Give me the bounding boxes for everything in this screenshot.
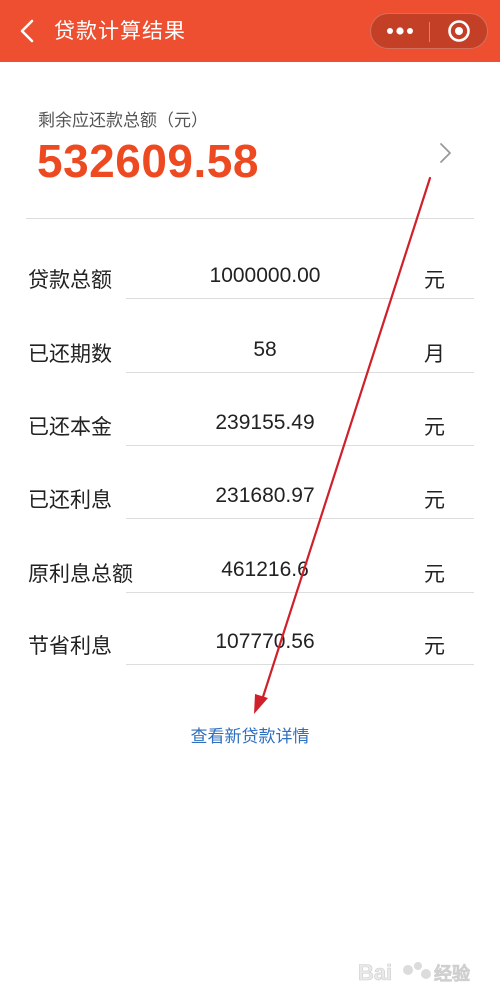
row-label: 已还本金 — [28, 415, 112, 439]
svg-text:Bai: Bai — [358, 960, 392, 985]
more-dots-icon — [387, 27, 413, 35]
row-value: 461216.6 — [221, 558, 309, 581]
title-bar: 贷款计算结果 — [0, 0, 500, 62]
row-paid-periods: 已还期数 58 月 — [0, 332, 500, 376]
row-saved-interest: 节省利息 107770.56 元 — [0, 624, 500, 668]
row-unit: 元 — [424, 415, 445, 439]
row-label: 已还利息 — [28, 488, 112, 512]
row-underline — [126, 664, 474, 665]
close-mini-program-button[interactable] — [430, 14, 488, 48]
row-value: 239155.49 — [215, 411, 315, 434]
row-paid-interest: 已还利息 231680.97 元 — [0, 478, 500, 522]
row-underline — [126, 518, 474, 519]
view-new-loan-details-link[interactable]: 查看新贷款详情 — [0, 722, 500, 747]
remaining-total-label: 剩余应还款总额（元） — [38, 111, 208, 131]
loan-result-page: 贷款计算结果 剩余应还款总额（元） 532609.58 贷款总额 1000000… — [0, 0, 500, 1004]
row-underline — [126, 372, 474, 373]
row-unit: 元 — [424, 634, 445, 658]
baidu-jingyan-watermark: Bai 经验 — [356, 952, 486, 992]
row-unit: 月 — [424, 342, 445, 366]
row-value: 1000000.00 — [209, 264, 321, 287]
divider — [26, 218, 474, 219]
row-unit: 元 — [424, 488, 445, 512]
row-underline — [126, 445, 474, 446]
row-value: 231680.97 — [215, 484, 315, 507]
row-loan-total: 贷款总额 1000000.00 元 — [0, 258, 500, 302]
row-label: 原利息总额 — [28, 562, 133, 586]
row-value: 107770.56 — [215, 630, 315, 653]
row-label: 已还期数 — [28, 342, 112, 366]
target-circle-icon — [448, 20, 470, 42]
back-button[interactable] — [12, 14, 42, 48]
row-original-interest: 原利息总额 461216.6 元 — [0, 552, 500, 596]
more-button[interactable] — [371, 14, 429, 48]
chevron-right-icon — [440, 143, 451, 163]
row-paid-principal: 已还本金 239155.49 元 — [0, 405, 500, 449]
row-unit: 元 — [424, 562, 445, 586]
row-underline — [126, 298, 474, 299]
row-label: 贷款总额 — [28, 268, 112, 292]
baidu-logo-icon: Bai 经验 — [358, 960, 472, 986]
svg-text:经验: 经验 — [434, 963, 471, 985]
page-title: 贷款计算结果 — [54, 19, 186, 43]
row-unit: 元 — [424, 268, 445, 292]
row-value: 58 — [253, 338, 277, 361]
chevron-left-icon — [20, 19, 34, 43]
remaining-total-amount: 532609.58 — [37, 135, 259, 187]
row-underline — [126, 592, 474, 593]
row-label: 节省利息 — [28, 634, 112, 658]
mini-program-capsule — [370, 13, 488, 49]
summary-detail-button[interactable] — [432, 138, 458, 168]
